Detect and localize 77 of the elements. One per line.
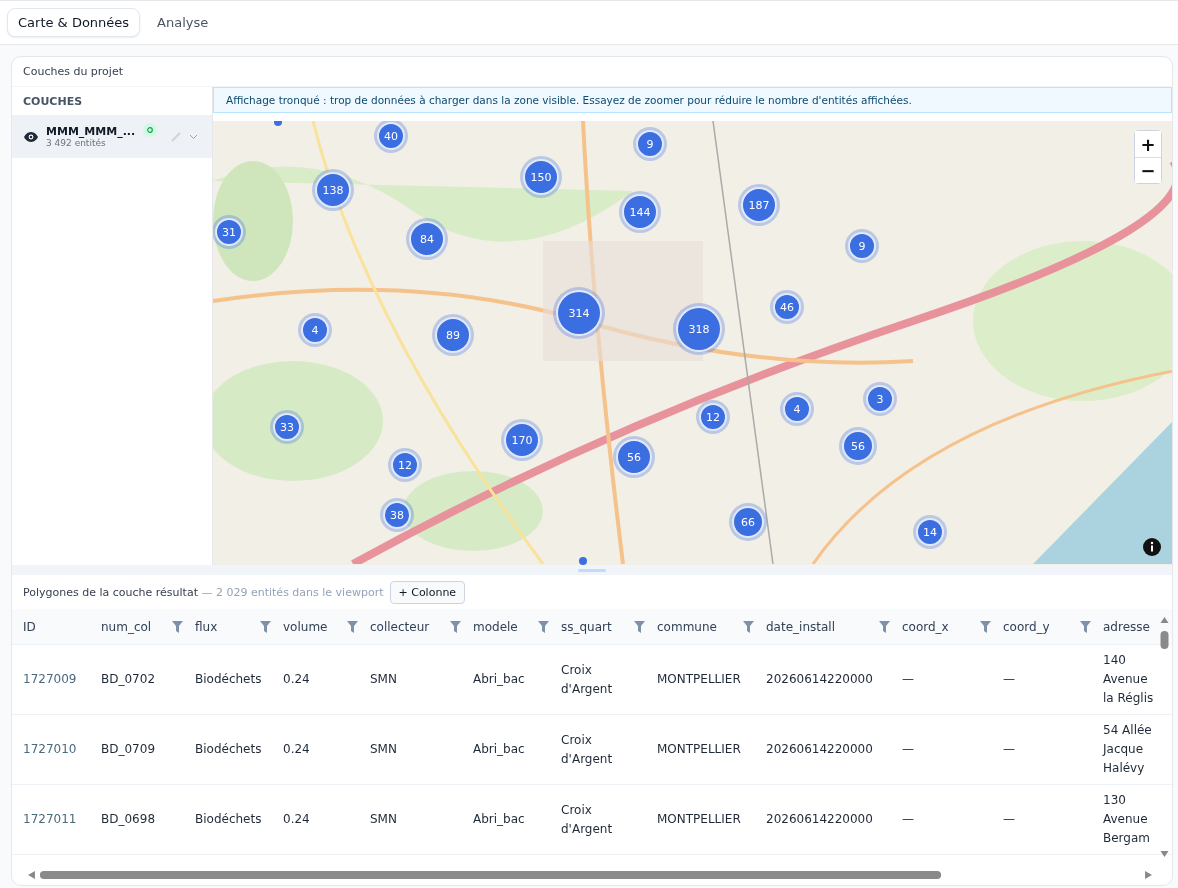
- table-cell-text: SMN: [370, 741, 398, 758]
- filter-icon[interactable]: [1080, 620, 1091, 633]
- column-header[interactable]: date_install: [766, 619, 902, 634]
- table-cell-text: 0.24: [283, 741, 311, 758]
- column-header[interactable]: coord_y: [1003, 619, 1103, 634]
- table-cell-text: 0.24: [283, 671, 311, 688]
- table-cell-text: Biodéchets: [195, 811, 263, 828]
- tab[interactable]: Carte & Données: [7, 8, 141, 37]
- table-cell-text: Abri_bac: [473, 671, 526, 688]
- table-cell-text: 54 Allée Jacque Halévy: [1103, 722, 1153, 777]
- table-cell-text: 20260614220000: [766, 671, 874, 688]
- horizontal-scrollbar[interactable]: [28, 870, 1152, 880]
- table-cell-text: —: [902, 741, 915, 758]
- table-cell-text: Croix d'Argent: [561, 731, 614, 768]
- filter-icon[interactable]: [450, 620, 461, 633]
- add-column-button[interactable]: + Colonne: [389, 580, 466, 604]
- table-cell-text: —: [1003, 811, 1016, 828]
- column-header[interactable]: volume: [283, 619, 370, 634]
- table-cell-text: SMN: [370, 671, 398, 688]
- table-cell-text: 140 Avenue la Réglis: [1103, 652, 1155, 707]
- eye-icon[interactable]: [24, 131, 38, 142]
- zoom-out-button[interactable]: −: [1135, 157, 1161, 183]
- sidebar-heading: COUCHES: [22, 93, 84, 110]
- layer-count: 3 492 entités: [46, 138, 106, 148]
- table-cell-text: 1727010: [23, 741, 78, 758]
- table-cell-text: —: [902, 671, 915, 688]
- table-cell-text: MONTPELLIER: [657, 671, 742, 688]
- table-cell-text: SMN: [370, 811, 398, 828]
- table-cell-text: MONTPELLIER: [657, 811, 742, 828]
- filter-icon[interactable]: [347, 620, 358, 633]
- layer-item[interactable]: MMM_MMM_... 3 492 entités: [12, 115, 212, 158]
- table-cell-text: —: [1003, 671, 1016, 688]
- layer-name: MMM_MMM_...: [46, 125, 136, 138]
- table-cell-text: 20260614220000: [766, 811, 874, 828]
- table-cell-text: BD_0709: [101, 741, 156, 758]
- column-header[interactable]: ss_quart: [561, 619, 657, 634]
- column-header[interactable]: modele: [473, 619, 561, 634]
- table-cell-text: 1727009: [23, 671, 78, 688]
- table-cell-text: BD_0698: [101, 811, 156, 828]
- column-header[interactable]: coord_x: [902, 619, 1003, 634]
- filter-icon[interactable]: [260, 620, 271, 633]
- filter-icon[interactable]: [172, 620, 183, 633]
- column-header[interactable]: adresse: [1103, 619, 1159, 634]
- chevron-down-icon[interactable]: [189, 133, 199, 140]
- column-header[interactable]: ID: [23, 619, 101, 634]
- column-header[interactable]: commune: [657, 619, 766, 634]
- table-cell-text: BD_0702: [101, 671, 156, 688]
- status-dot-icon: [143, 123, 158, 137]
- filter-icon[interactable]: [538, 620, 549, 633]
- table-title: Polygones de la couche résultat — 2 029 entités dans le viewport: [23, 585, 384, 599]
- tab[interactable]: Analyse: [146, 8, 220, 37]
- warning-banner: Affichage tronqué : trop de données à charger dans la zone visible. Essayez de zoomer pour réduire le nombre d'entités affichées.: [213, 87, 1172, 113]
- column-header[interactable]: collecteur: [370, 619, 473, 634]
- table-cell-text: 130 Avenue Bergam: [1103, 792, 1151, 847]
- table-cell-text: MONTPELLIER: [657, 741, 742, 758]
- table-cell-text: —: [1003, 741, 1016, 758]
- column-header[interactable]: num_col: [101, 619, 195, 634]
- filter-icon[interactable]: [743, 620, 754, 633]
- info-icon[interactable]: [1143, 538, 1161, 556]
- point-marker-icon[interactable]: [579, 557, 587, 565]
- filter-icon[interactable]: [634, 620, 645, 633]
- table-cell-text: 20260614220000: [766, 741, 874, 758]
- table-cell-text: 1727011: [23, 811, 78, 828]
- table-cell-text: 0.24: [283, 811, 311, 828]
- map[interactable]: 40 9 150 138 187 144 31 84 9 4 89 314 318 46 3 4 12 33 170 56 56 12 38 66 14 + −: [213, 121, 1172, 565]
- resize-handle-icon[interactable]: [578, 568, 606, 572]
- table-cell-text: Croix d'Argent: [561, 661, 614, 698]
- filter-icon[interactable]: [980, 620, 991, 633]
- table-cell-text: Biodéchets: [195, 741, 263, 758]
- column-header[interactable]: flux: [195, 619, 283, 634]
- table-cell-text: Biodéchets: [195, 671, 263, 688]
- vertical-scrollbar[interactable]: [1160, 617, 1169, 857]
- table-cell-text: Abri_bac: [473, 741, 526, 758]
- table-cell-text: Abri_bac: [473, 811, 526, 828]
- table-cell-text: —: [902, 811, 915, 828]
- table-cell-text: Croix d'Argent: [561, 801, 614, 838]
- filter-icon[interactable]: [879, 620, 890, 633]
